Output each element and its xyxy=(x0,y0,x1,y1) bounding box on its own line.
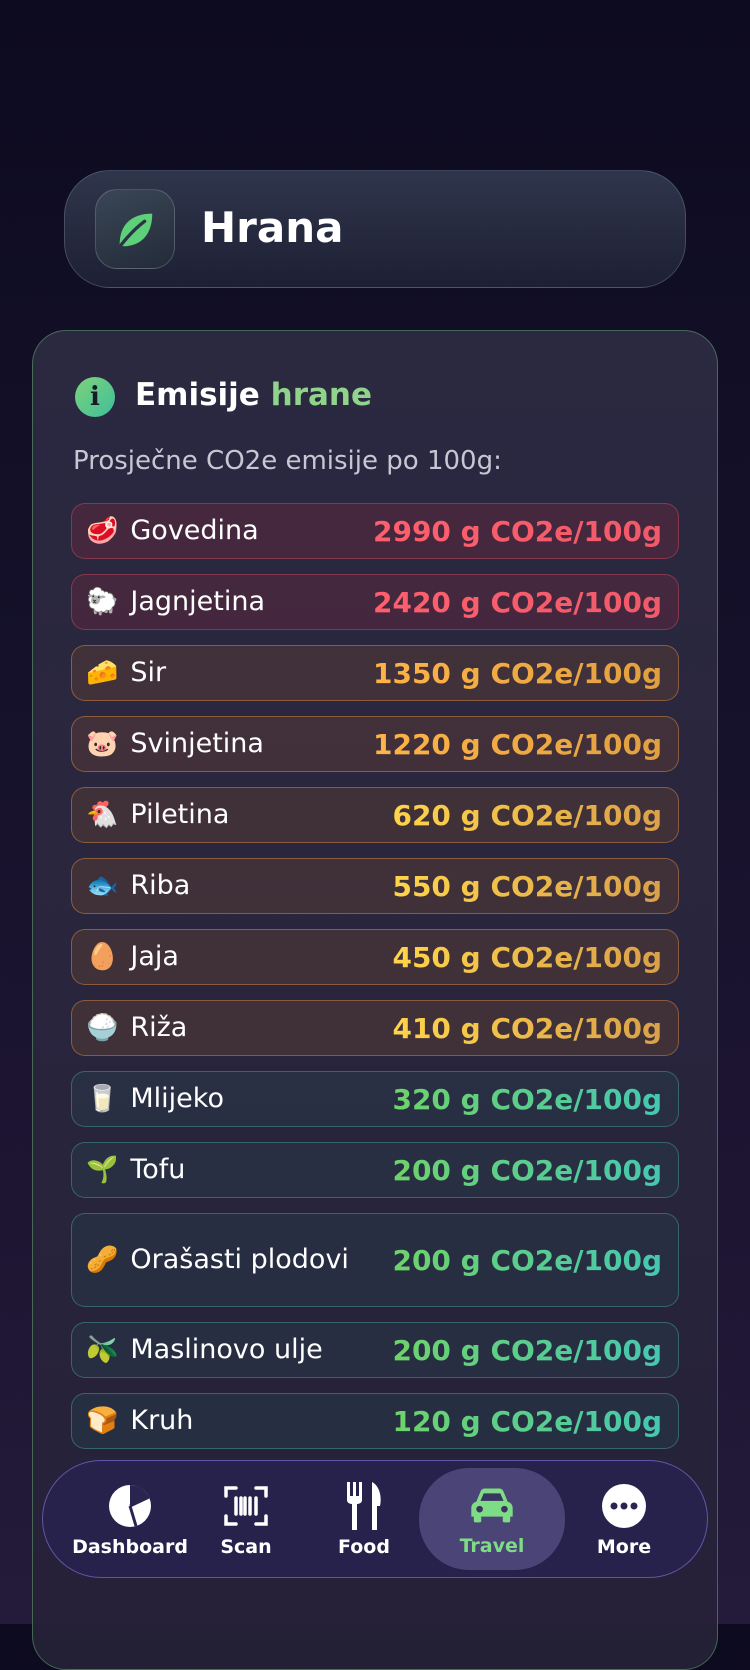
list-item: 🐷 Svinjetina 1220 g CO2e/100g xyxy=(71,716,679,772)
emission-value: 320 g CO2e/100g xyxy=(392,1082,662,1116)
list-item: 🐔 Piletina 620 g CO2e/100g xyxy=(71,787,679,843)
list-item: 🐟 Riba 550 g CO2e/100g xyxy=(71,858,679,914)
egg-icon: 🥚 xyxy=(86,942,119,972)
food-name: Svinjetina xyxy=(130,728,264,759)
food-name: Kruh xyxy=(130,1405,194,1436)
emission-value: 550 g CO2e/100g xyxy=(392,869,662,903)
fork-knife-icon xyxy=(340,1482,388,1530)
emission-value: 2990 g CO2e/100g xyxy=(372,514,662,548)
food-name: Mlijeko xyxy=(130,1083,224,1114)
nav-dashboard[interactable]: Dashboard xyxy=(65,1461,195,1579)
food-name: Tofu xyxy=(130,1154,186,1185)
milk-icon: 🥛 xyxy=(86,1084,119,1114)
food-name: Orašasti plodovi xyxy=(130,1244,349,1275)
list-item: 🌱 Tofu 200 g CO2e/100g xyxy=(71,1142,679,1198)
nav-label: Travel xyxy=(459,1535,525,1557)
emission-value: 1220 g CO2e/100g xyxy=(372,727,662,761)
card-title-part2: hrane xyxy=(270,377,373,413)
card-title: Emisije hrane xyxy=(135,373,372,417)
emission-value: 2420 g CO2e/100g xyxy=(372,585,662,619)
emission-value: 620 g CO2e/100g xyxy=(392,798,662,832)
bottom-nav: Dashboard Scan Food Travel More xyxy=(42,1460,708,1578)
emission-value: 410 g CO2e/100g xyxy=(392,1011,662,1045)
more-dots-icon xyxy=(600,1482,648,1530)
list-item: 🥩 Govedina 2990 g CO2e/100g xyxy=(71,503,679,559)
list-item: 🧀 Sir 1350 g CO2e/100g xyxy=(71,645,679,701)
chicken-icon: 🐔 xyxy=(86,800,119,830)
bread-icon: 🍞 xyxy=(86,1406,119,1436)
nav-label: Dashboard xyxy=(72,1536,188,1558)
list-item: 🥜 Orašasti plodovi 200 g CO2e/100g xyxy=(71,1213,679,1307)
leaf-icon xyxy=(95,189,175,269)
food-name: Jaja xyxy=(130,941,179,972)
food-name: Jagnjetina xyxy=(130,586,265,617)
pig-icon: 🐷 xyxy=(86,729,119,759)
list-item: 🫒 Maslinovo ulje 200 g CO2e/100g xyxy=(71,1322,679,1378)
barcode-scan-icon xyxy=(222,1482,270,1530)
page-title: Hrana xyxy=(201,203,344,252)
nav-food[interactable]: Food xyxy=(299,1461,429,1579)
food-name: Govedina xyxy=(130,515,259,546)
steak-icon: 🥩 xyxy=(86,516,119,546)
card-title-part1: Emisije xyxy=(135,377,260,413)
emission-value: 1350 g CO2e/100g xyxy=(372,656,662,690)
card-subtitle: Prosječne CO2e emisije po 100g: xyxy=(73,446,502,476)
nav-travel[interactable]: Travel xyxy=(419,1468,565,1570)
list-item: 🥚 Jaja 450 g CO2e/100g xyxy=(71,929,679,985)
list-item: 🐑 Jagnjetina 2420 g CO2e/100g xyxy=(71,574,679,630)
emission-value: 200 g CO2e/100g xyxy=(392,1333,662,1367)
nav-label: More xyxy=(596,1536,652,1558)
nav-scan[interactable]: Scan xyxy=(181,1461,311,1579)
list-item: 🥛 Mlijeko 320 g CO2e/100g xyxy=(71,1071,679,1127)
fish-icon: 🐟 xyxy=(86,871,119,901)
peanut-icon: 🥜 xyxy=(86,1245,119,1275)
cheese-icon: 🧀 xyxy=(86,658,119,688)
rice-icon: 🍚 xyxy=(86,1013,119,1043)
seedling-icon: 🌱 xyxy=(86,1155,119,1185)
info-icon: i xyxy=(75,377,115,417)
food-name: Sir xyxy=(130,657,167,688)
olive-icon: 🫒 xyxy=(86,1335,119,1365)
car-icon xyxy=(468,1481,516,1529)
nav-more[interactable]: More xyxy=(559,1461,689,1579)
food-name: Riža xyxy=(130,1012,188,1043)
emission-value: 450 g CO2e/100g xyxy=(392,940,662,974)
emission-value: 120 g CO2e/100g xyxy=(392,1404,662,1438)
nav-label: Food xyxy=(338,1536,390,1558)
emissions-list: 🥩 Govedina 2990 g CO2e/100g 🐑 Jagnjetina 2… xyxy=(71,503,679,1464)
list-item: 🍞 Kruh 120 g CO2e/100g xyxy=(71,1393,679,1449)
sheep-icon: 🐑 xyxy=(86,587,119,617)
food-name: Piletina xyxy=(130,799,230,830)
emission-value: 200 g CO2e/100g xyxy=(392,1153,662,1187)
nav-label: Scan xyxy=(220,1536,272,1558)
emission-value: 200 g CO2e/100g xyxy=(392,1243,662,1277)
list-item: 🍚 Riža 410 g CO2e/100g xyxy=(71,1000,679,1056)
pie-chart-icon xyxy=(106,1482,154,1530)
food-name: Maslinovo ulje xyxy=(130,1334,323,1365)
food-name: Riba xyxy=(130,870,191,901)
page-header: Hrana xyxy=(64,170,686,288)
